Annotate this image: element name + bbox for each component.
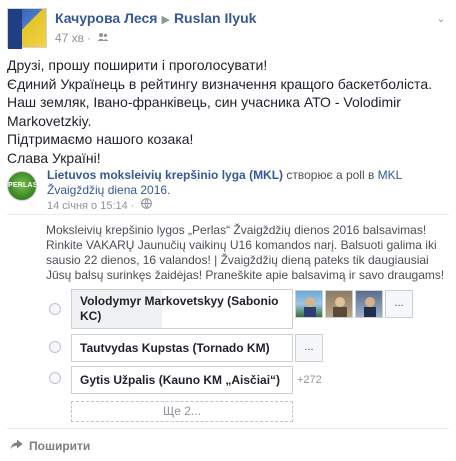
arrow-right-icon: ▶ xyxy=(161,14,170,26)
post-message-line: Слава Україні! xyxy=(7,149,101,166)
poll-option-radio[interactable] xyxy=(49,341,61,353)
poll-description: Moksleivių krepšinio lygos „Perlas“ Žvai… xyxy=(46,223,445,282)
poll-option-radio[interactable] xyxy=(49,303,61,315)
poll-option-3[interactable]: Gytis Užpalis (Kauno KM „Aisčiai“) xyxy=(71,366,293,394)
separator-dot: · xyxy=(87,31,92,45)
voter-avatar[interactable] xyxy=(325,290,353,318)
post-timestamp[interactable]: 47 хв xyxy=(55,31,84,45)
post-message-line: Наш земляк, Івано-франківець, син учасни… xyxy=(7,94,401,110)
post-message-line: Підтримаємо нашого козака! xyxy=(7,131,194,147)
share-label: Поширити xyxy=(29,439,91,453)
author-name-link[interactable]: Качурова Леся xyxy=(55,10,157,26)
poll-option-label: Tautvydas Kupstas (Tornado KM) xyxy=(80,341,270,355)
feed-post: Качурова Леся ▶ Ruslan Ilyuk 47 хв · ⌄ Друз… xyxy=(0,0,456,461)
post-meta: 47 хв · xyxy=(55,31,109,45)
divider xyxy=(7,428,449,429)
perlas-badge-text: PERLAS xyxy=(8,182,37,189)
shared-post-title: Lietuvos moksleivių krepšinio lyga (MKL)… xyxy=(47,168,402,197)
poll-option-label: Gytis Užpalis (Kauno KM „Aisčiai“) xyxy=(80,373,281,387)
post-message: Друзі, прошу поширити і проголосувати! Є… xyxy=(7,56,452,167)
see-more-options-button[interactable]: Ще 2... xyxy=(71,401,293,422)
shared-page-link[interactable]: Lietuvos moksleivių krepšinio lyga (MKL) xyxy=(47,168,283,182)
more-voters-button[interactable]: ... xyxy=(385,290,413,318)
globe-icon[interactable] xyxy=(137,198,152,212)
shared-post-meta: 14 січня о 15:14 · xyxy=(47,198,152,212)
shared-page-avatar[interactable]: PERLAS xyxy=(7,171,37,201)
shared-action-text: створює a poll в xyxy=(283,168,378,182)
target-name-link[interactable]: Ruslan Ilyuk xyxy=(174,10,256,26)
post-header: Качурова Леся ▶ Ruslan Ilyuk xyxy=(55,10,256,26)
vote-count[interactable]: +272 xyxy=(297,374,322,386)
post-message-line: Друзі, прошу поширити і проголосувати! xyxy=(7,57,268,73)
poll-option-radio[interactable] xyxy=(49,372,61,384)
chevron-down-icon[interactable]: ⌄ xyxy=(434,12,448,25)
separator-dot: · xyxy=(130,200,135,212)
post-message-line: Markovetzkiy. xyxy=(7,112,92,129)
audience-friends-icon[interactable] xyxy=(94,31,109,45)
more-voters-button[interactable]: ... xyxy=(295,334,323,362)
post-message-line: Єдиний Українець в рейтингу визначення к… xyxy=(7,75,432,92)
divider xyxy=(7,214,449,215)
voter-avatar[interactable] xyxy=(295,290,323,318)
share-arrow-icon xyxy=(10,439,23,453)
share-button[interactable]: Поширити xyxy=(10,439,90,453)
voter-avatar[interactable] xyxy=(355,290,383,318)
author-avatar[interactable] xyxy=(7,8,47,49)
poll-option-1[interactable]: Volodymyr Markovetskyy (Sabonio KC) xyxy=(71,289,293,329)
poll-option-2[interactable]: Tautvydas Kupstas (Tornado KM) xyxy=(71,334,293,362)
shared-timestamp[interactable]: 14 січня о 15:14 xyxy=(47,200,128,212)
